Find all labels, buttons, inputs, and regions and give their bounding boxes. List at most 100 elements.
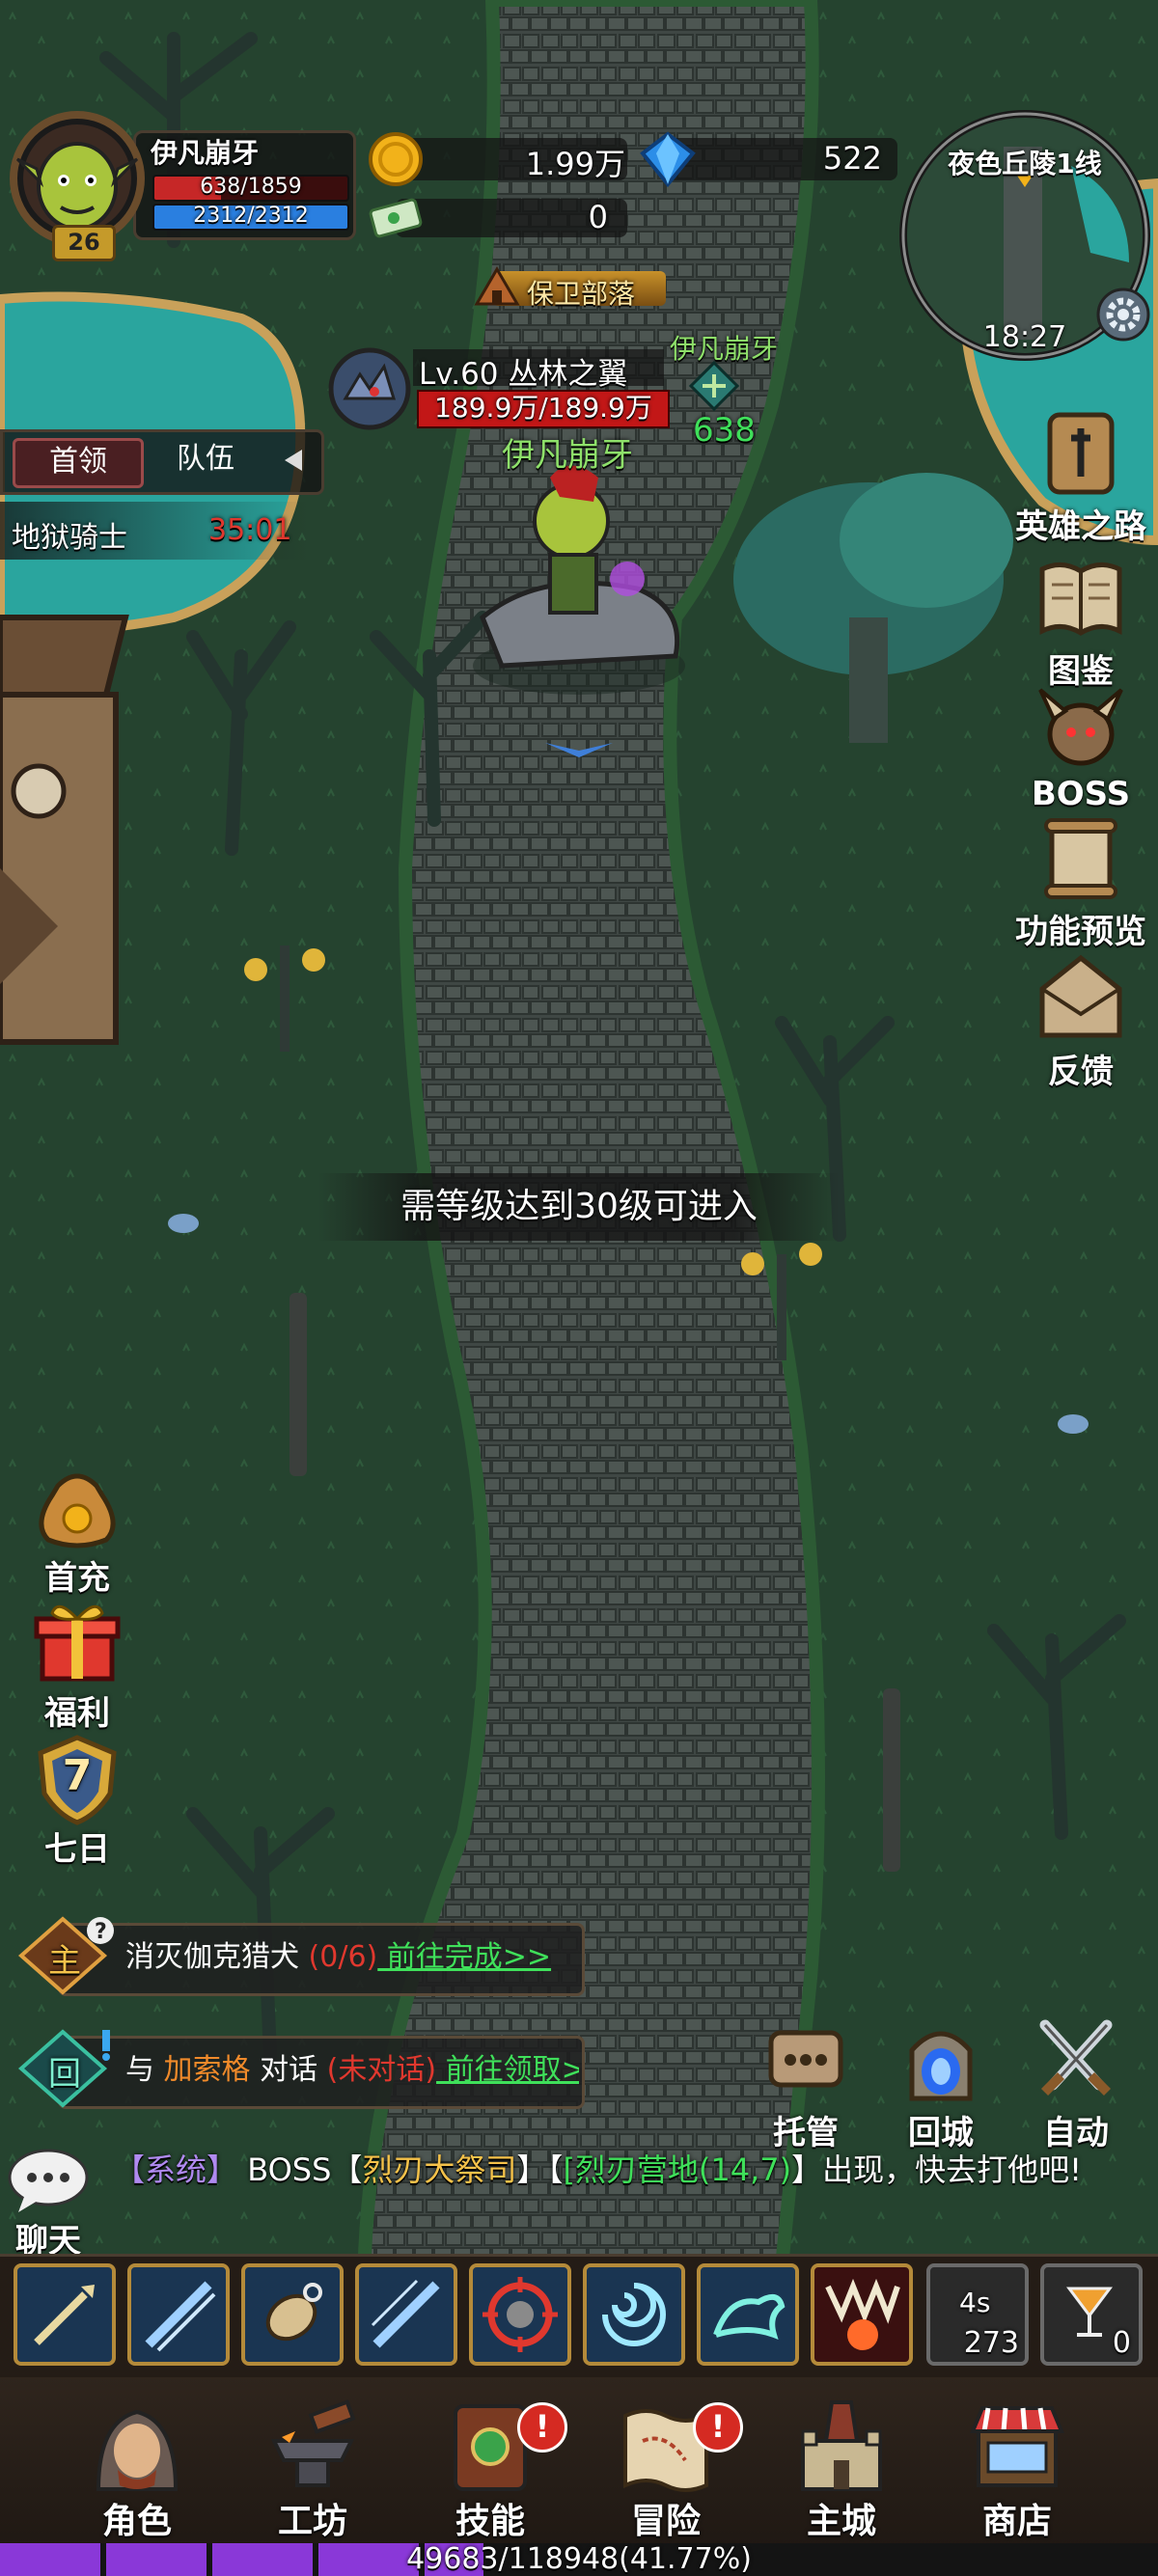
chat-button[interactable]: 聊天 [0,2147,96,2262]
hero-path-button[interactable]: 英雄之路 [1008,405,1153,547]
boss-timer-name: 地狱骑士 [12,521,127,555]
return-city-label: 回城 [908,2114,974,2152]
nav-workshop[interactable]: 工坊 [235,2393,390,2547]
player-panel[interactable]: 伊凡崩牙 638/1859 2312/2312 26 [8,111,356,261]
return-quest-tag: 回 [48,2055,81,2094]
return-quest-action: 对话 [250,2053,327,2087]
ticket-icon [369,198,423,238]
minimap[interactable]: 夜色丘陵1线 18:27 [897,108,1152,363]
portal-icon [909,2031,973,2101]
exp-bar: 49683/118948(41.77%) [0,2543,1158,2576]
character-icon [96,2409,179,2491]
chat-bubble-icon [8,2149,89,2212]
collapse-arrow-icon[interactable] [279,446,308,475]
nav-shop[interactable]: 商店 [940,2393,1094,2547]
settings-gear-icon[interactable] [1096,288,1150,342]
nav-character[interactable]: 角色 [60,2393,214,2547]
fang-skill-icon [825,2278,900,2350]
whistle-skill-icon [265,2283,322,2342]
chat-location-link[interactable]: [烈刃营地(14,7) [563,2151,791,2188]
boss-label: BOSS [1031,775,1131,813]
return-quest-npc: 加索格 [163,2053,251,2087]
feedback-button[interactable]: 反馈 [1008,950,1153,1092]
skill-slot-8[interactable] [811,2263,913,2366]
skill-slot-5[interactable] [469,2263,571,2366]
nav-adventure[interactable]: 冒险 ! [589,2393,743,2547]
main-quest-text: 消灭伽克猎犬 (0/6) 前往完成>> [125,1932,551,1975]
seven-day-number: 7 [62,1751,93,1800]
seven-day-button[interactable]: 7 七日 [5,1732,150,1870]
nav-skills[interactable]: 技能 ! [413,2393,567,2547]
auto-manage-label: 托管 [773,2114,839,2152]
main-quest-go-link[interactable]: 前往完成>> [377,1940,551,1974]
feature-preview-button[interactable]: 功能预览 [1008,810,1153,952]
money-bag-icon [39,1473,116,1548]
character-nameplate: 伊凡崩牙 [502,436,633,475]
level-notice: 需等级达到30级可进入 [318,1173,840,1241]
return-quest-go-link[interactable]: 前往领取>> [436,2053,579,2087]
boss-timer-row[interactable]: 地狱骑士 35:01 [0,502,309,560]
tab-team-label: 队伍 [177,442,234,476]
potion-count: 0 [1112,2326,1131,2360]
cooldown-slot[interactable]: 4s 273 [926,2263,1029,2366]
return-city-button[interactable]: 回城 [868,2012,1013,2153]
nav-skills-label: 技能 [455,2502,525,2541]
skill-slot-7[interactable] [697,2263,799,2366]
boss-team-tabs: 首领 队伍 [0,429,324,495]
boss-button[interactable]: BOSS [1008,680,1153,813]
skill-slot-6[interactable] [583,2263,685,2366]
tab-boss-label: 首领 [49,445,107,479]
ally-marker[interactable]: 伊凡崩牙 638 [666,328,801,453]
target-dragon-icon [328,347,411,430]
skill-slot-3[interactable] [241,2263,344,2366]
target-frame[interactable]: Lv.60 丛林之翼 189.9万/189.9万 [326,345,674,432]
main-quest[interactable]: ? 主 消灭伽克猎犬 (0/6) 前往完成>> [10,1915,585,1996]
crossed-swords-icon [1039,2019,1113,2096]
return-quest-text: 与 加索格 对话 (未对话) 前往领取>> [125,2045,579,2088]
feature-preview-label: 功能预览 [1015,913,1146,951]
main-quest-tag: 主 [48,1942,81,1981]
chat-mid: 】【 [516,2151,564,2188]
nav-main-city[interactable]: 主城 [764,2393,919,2547]
system-chat-message[interactable]: 【系统】 BOSS【烈刃大祭司】【[烈刃营地(14,7)】出现，快去打他吧! [114,2150,1089,2190]
envelope-icon [1039,954,1122,1038]
auto-manage-button[interactable]: 托管 [733,2012,878,2153]
skill-slot-1[interactable] [14,2263,116,2366]
target-hp-bar: 189.9万/189.9万 [417,390,670,428]
welfare-button[interactable]: 福利 [5,1592,150,1734]
castle-icon [801,2400,882,2491]
gold-amount: 1.99万 [525,146,625,182]
book-icon [1039,562,1122,636]
target-hp-text: 189.9万/189.9万 [434,392,652,424]
skill-slot-4[interactable] [355,2263,457,2366]
gift-icon [34,1604,121,1682]
feedback-label: 反馈 [1048,1053,1114,1091]
ally-value: 638 [693,411,756,450]
tribe-tent-icon [474,266,520,306]
gold-counter[interactable]: 1.99万 [367,130,627,186]
hero-path-icon [1047,412,1115,495]
tribe-banner-text: 保卫部落 [527,278,636,310]
first-recharge-button[interactable]: 首充 [5,1457,150,1599]
shop-icon [970,2406,1064,2487]
chat-pre: BOSS【 [237,2151,363,2188]
spirit-wolf-skill-icon [713,2293,786,2340]
seven-day-label: 七日 [44,1830,110,1869]
codex-button[interactable]: 图鉴 [1008,550,1153,692]
level-notice-text: 需等级达到30级可进入 [400,1187,758,1226]
diamond-amount: 522 [822,140,882,177]
skill-slot-2[interactable] [127,2263,230,2366]
auto-battle-button[interactable]: 自动 [1004,2012,1148,2153]
nav-shop-label: 商店 [981,2502,1052,2541]
nav-skills-alert-icon: ! [517,2402,567,2453]
hp-bar: 638/1859 [152,175,349,202]
anvil-icon [270,2399,356,2487]
return-quest-prefix: 与 [125,2053,164,2087]
tab-boss[interactable]: 首领 [13,438,144,488]
diamond-counter[interactable]: 522 [637,130,897,188]
ticket-counter[interactable]: 0 [367,193,627,243]
return-quest[interactable]: 回 与 加索格 对话 (未对话) 前往领取>> [10,2028,585,2109]
potion-slot[interactable]: 0 [1040,2263,1143,2366]
hero-path-label: 英雄之路 [1015,507,1146,546]
tab-team[interactable]: 队伍 [148,438,263,482]
